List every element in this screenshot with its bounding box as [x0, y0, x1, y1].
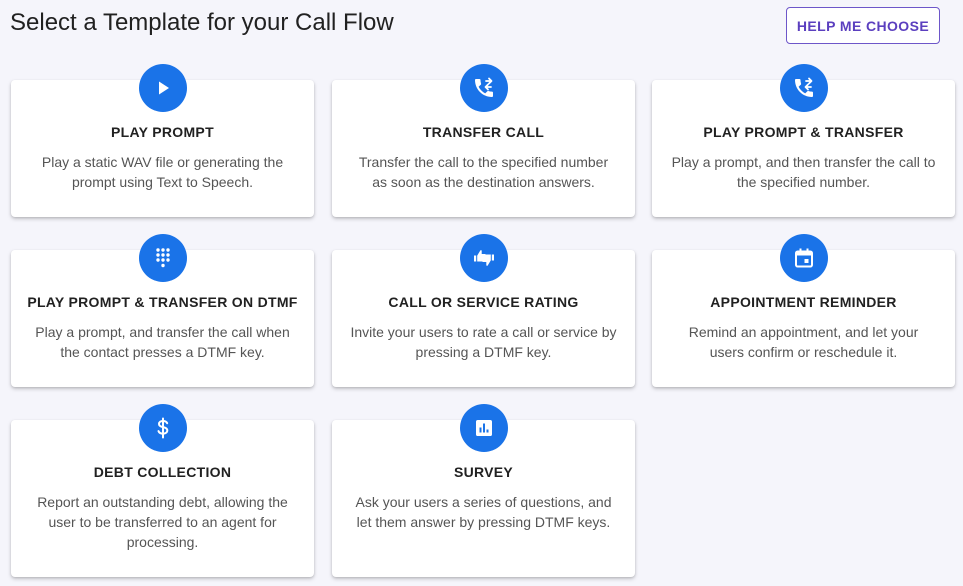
- calendar-event-icon: [779, 234, 828, 282]
- help-me-choose-button[interactable]: HELP ME CHOOSE: [786, 7, 940, 44]
- phone-forward-icon: [459, 64, 508, 112]
- template-description: Play a static WAV file or generating the…: [41, 154, 284, 190]
- template-title: SURVEY: [453, 464, 514, 480]
- template-description: Report an outstanding debt, allowing the…: [37, 494, 288, 550]
- bar-chart-icon: [459, 404, 508, 452]
- template-description: Transfer the call to the specified numbe…: [358, 154, 609, 190]
- template-description: Ask your users a series of questions, an…: [355, 494, 612, 530]
- template-description: Remind an appointment, and let your user…: [688, 324, 919, 360]
- template-card-call-service-rating[interactable]: CALL OR SERVICE RATING Invite your users…: [332, 234, 635, 387]
- template-card-play-prompt-transfer[interactable]: PLAY PROMPT & TRANSFER Play a prompt, an…: [652, 64, 955, 217]
- template-title: PLAY PROMPT & TRANSFER ON DTMF: [27, 294, 298, 310]
- template-card-appointment-reminder[interactable]: APPOINTMENT REMINDER Remind an appointme…: [652, 234, 955, 387]
- template-title: TRANSFER CALL: [422, 124, 545, 140]
- phone-forward-icon: [779, 64, 828, 112]
- template-card-debt-collection[interactable]: DEBT COLLECTION Report an outstanding de…: [11, 404, 314, 577]
- dialpad-icon: [138, 234, 187, 282]
- template-description: Play a prompt, and then transfer the cal…: [671, 154, 936, 190]
- page-title: Select a Template for your Call Flow: [10, 9, 394, 36]
- template-title: APPOINTMENT REMINDER: [710, 294, 897, 310]
- template-title: PLAY PROMPT: [111, 124, 214, 140]
- play-icon: [138, 64, 187, 112]
- template-card-play-prompt[interactable]: PLAY PROMPT Play a static WAV file or ge…: [11, 64, 314, 217]
- template-title: CALL OR SERVICE RATING: [388, 294, 579, 310]
- template-card-transfer-call[interactable]: TRANSFER CALL Transfer the call to the s…: [332, 64, 635, 217]
- template-description: Invite your users to rate a call or serv…: [350, 324, 617, 360]
- template-card-play-prompt-transfer-dtmf[interactable]: PLAY PROMPT & TRANSFER ON DTMF Play a pr…: [11, 234, 314, 387]
- template-title: PLAY PROMPT & TRANSFER: [703, 124, 904, 140]
- dollar-icon: [138, 404, 187, 452]
- template-title: DEBT COLLECTION: [93, 464, 232, 480]
- template-card-survey[interactable]: SURVEY Ask your users a series of questi…: [332, 404, 635, 577]
- thumbs-up-down-icon: [459, 234, 508, 282]
- template-description: Play a prompt, and transfer the call whe…: [35, 324, 290, 360]
